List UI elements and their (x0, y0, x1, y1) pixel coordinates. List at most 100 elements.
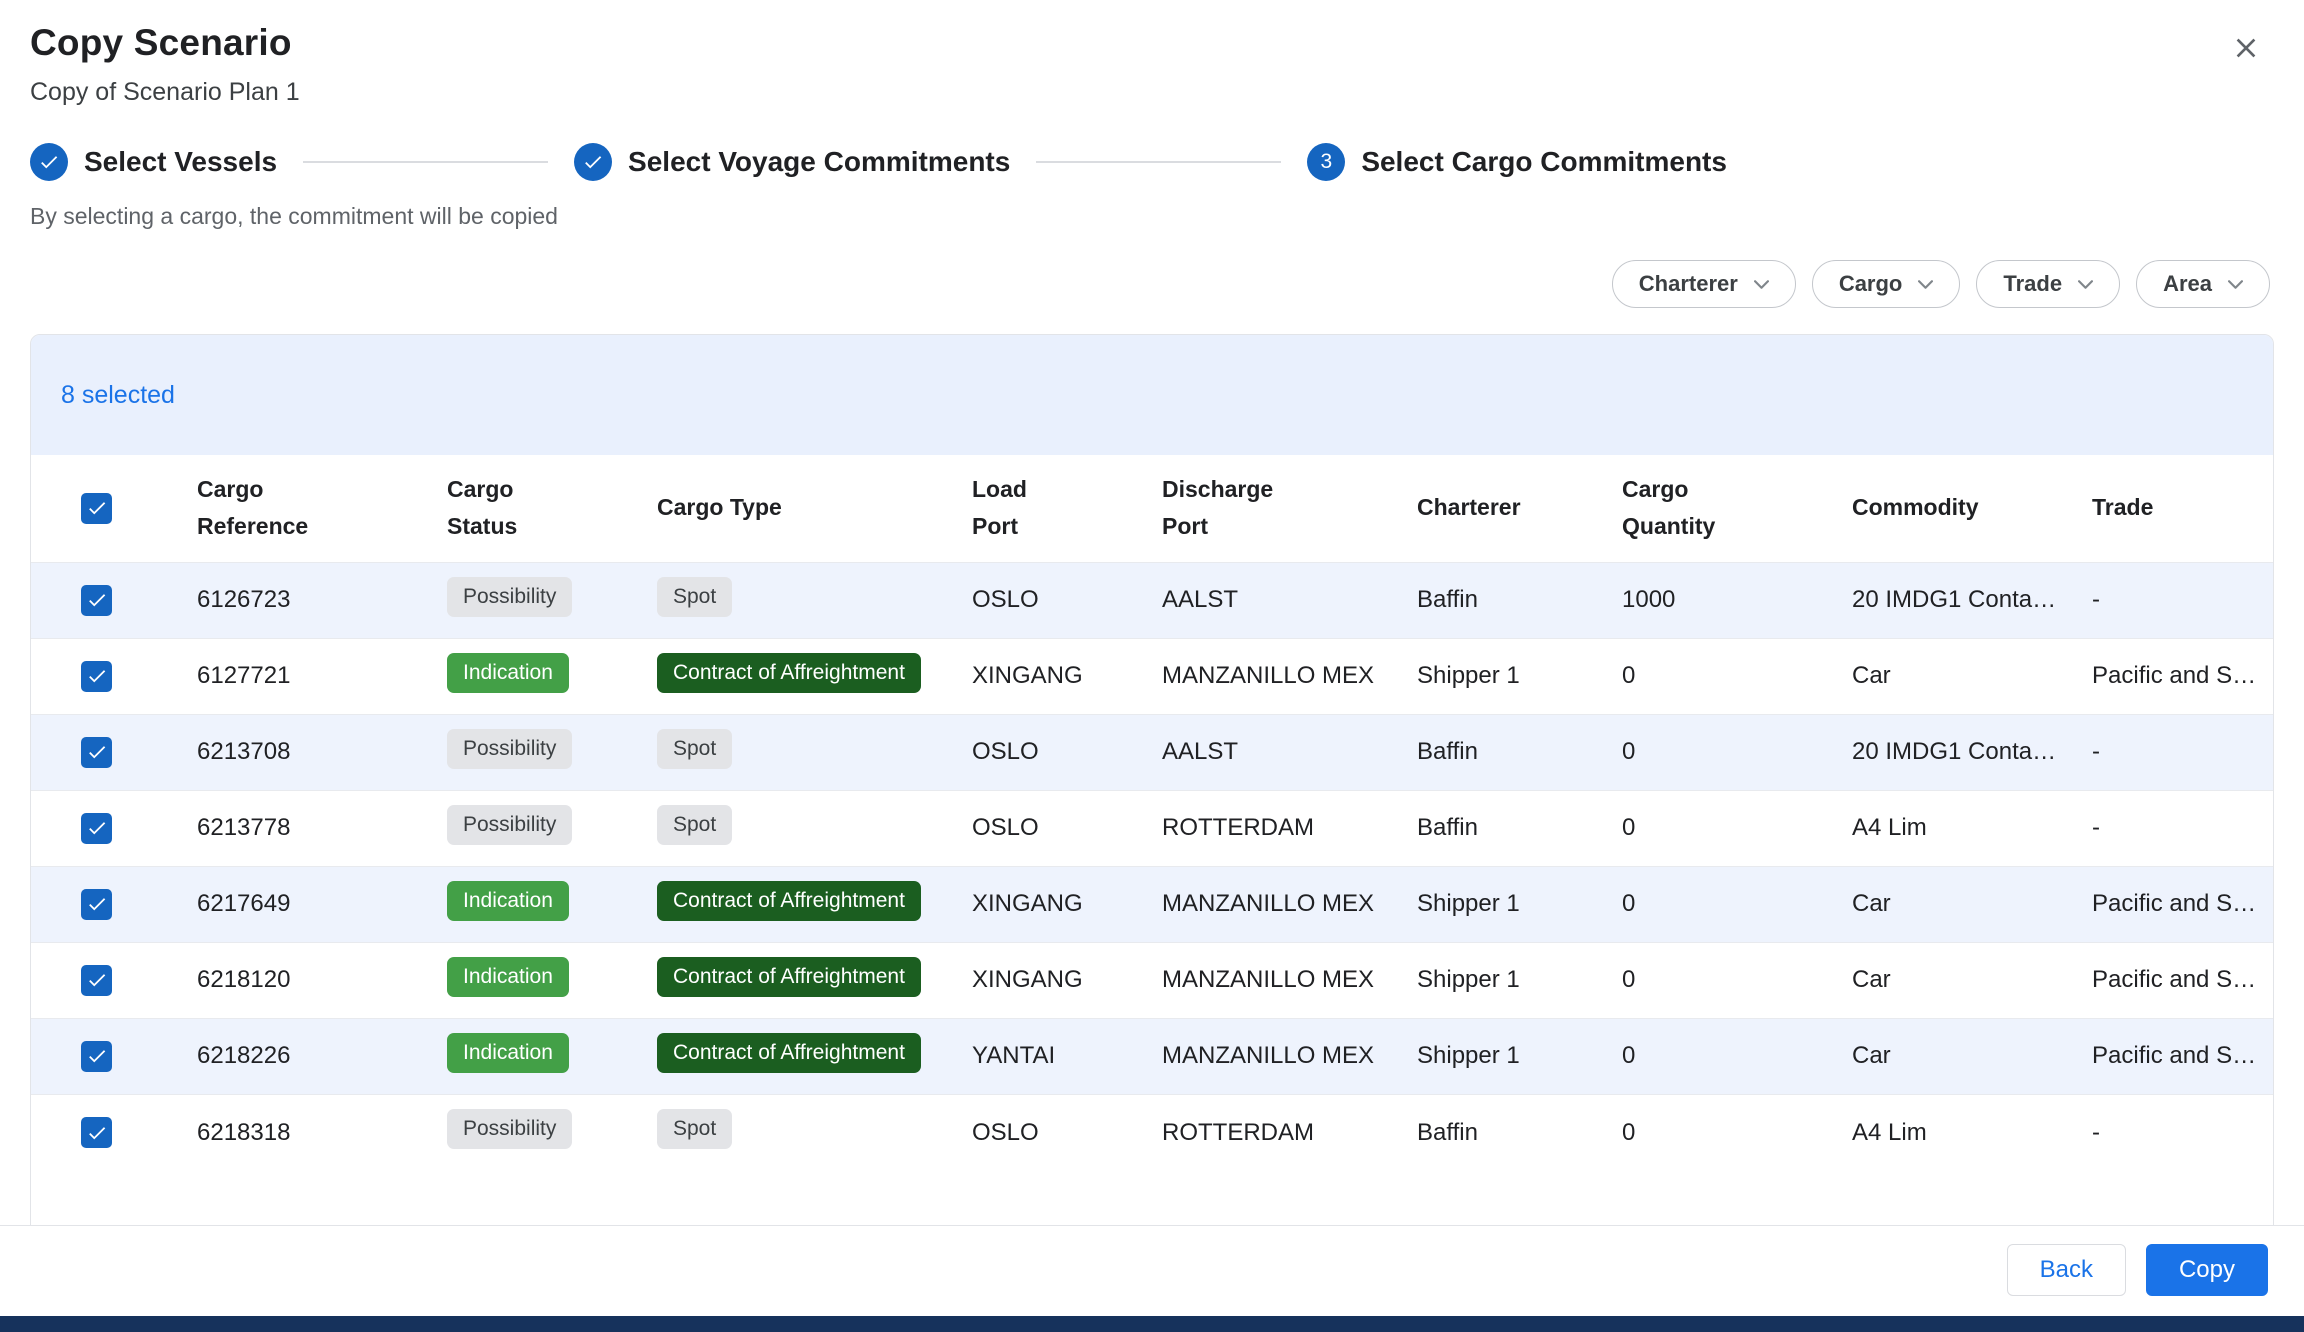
cargo-type-cell: Spot (641, 790, 956, 866)
table-row[interactable]: 6213708 Possibility Spot OSLO AALST Baff… (31, 714, 2273, 790)
load-port-cell: YANTAI (956, 1018, 1146, 1094)
filter-button-charterer[interactable]: Charterer (1612, 260, 1796, 308)
cargo-quantity-cell: 0 (1606, 1018, 1836, 1094)
filter-label: Charterer (1639, 271, 1738, 297)
cargo-reference-cell: 6218226 (181, 1018, 431, 1094)
row-checkbox-cell (31, 562, 181, 638)
check-icon (86, 741, 108, 763)
row-checkbox-cell (31, 866, 181, 942)
column-header: Charterer (1401, 455, 1606, 562)
cargo-type-cell: Spot (641, 562, 956, 638)
filter-button-trade[interactable]: Trade (1976, 260, 2120, 308)
dialog-subtitle: Copy of Scenario Plan 1 (30, 78, 300, 107)
stepper-step[interactable]: Select Vessels (30, 143, 277, 181)
filter-label: Cargo (1839, 271, 1903, 297)
check-icon (86, 497, 108, 519)
row-checkbox[interactable] (81, 813, 112, 844)
select-all-checkbox[interactable] (81, 493, 112, 524)
cargo-status-cell: Indication (431, 942, 641, 1018)
row-checkbox[interactable] (81, 585, 112, 616)
cargo-type-badge: Spot (657, 577, 732, 617)
check-icon (38, 151, 60, 173)
discharge-port-cell: AALST (1146, 562, 1401, 638)
row-checkbox-cell (31, 942, 181, 1018)
cargo-quantity-cell: 0 (1606, 1094, 1836, 1170)
table-row[interactable]: 6218226 Indication Contract of Affreight… (31, 1018, 2273, 1094)
charterer-cell: Baffin (1401, 1094, 1606, 1170)
cargo-status-cell: Possibility (431, 790, 641, 866)
table-row[interactable]: 6217649 Indication Contract of Affreight… (31, 866, 2273, 942)
copy-button[interactable]: Copy (2146, 1244, 2268, 1296)
charterer-cell: Shipper 1 (1401, 638, 1606, 714)
charterer-cell: Shipper 1 (1401, 1018, 1606, 1094)
close-button[interactable] (2224, 26, 2268, 70)
row-checkbox-cell (31, 638, 181, 714)
table-row[interactable]: 6126723 Possibility Spot OSLO AALST Baff… (31, 562, 2273, 638)
cargo-type-cell: Spot (641, 714, 956, 790)
cargo-status-cell: Indication (431, 866, 641, 942)
table-header-row: Cargo ReferenceCargo StatusCargo TypeLoa… (31, 455, 2273, 562)
row-checkbox[interactable] (81, 1041, 112, 1072)
load-port-cell: XINGANG (956, 866, 1146, 942)
filter-button-area[interactable]: Area (2136, 260, 2270, 308)
chevron-down-icon (2228, 280, 2243, 289)
trade-cell: Pacific and So… (2076, 942, 2273, 1018)
row-checkbox[interactable] (81, 965, 112, 996)
select-all-cell (31, 455, 181, 562)
row-checkbox-cell (31, 714, 181, 790)
commodity-cell: 20 IMDG1 Conta… (1836, 562, 2076, 638)
cargo-status-badge: Indication (447, 1033, 569, 1073)
column-header: Cargo Type (641, 455, 956, 562)
filter-button-cargo[interactable]: Cargo (1812, 260, 1961, 308)
filter-label: Area (2163, 271, 2212, 297)
load-port-cell: XINGANG (956, 942, 1146, 1018)
cargo-status-cell: Possibility (431, 1094, 641, 1170)
discharge-port-cell: MANZANILLO MEX (1146, 942, 1401, 1018)
table-body: 6126723 Possibility Spot OSLO AALST Baff… (31, 562, 2273, 1170)
selected-count: 8 selected (61, 381, 175, 410)
cargo-status-cell: Possibility (431, 714, 641, 790)
check-icon (86, 817, 108, 839)
cargo-reference-cell: 6218120 (181, 942, 431, 1018)
cargo-status-badge: Indication (447, 881, 569, 921)
cargo-status-badge: Possibility (447, 1109, 572, 1149)
back-button[interactable]: Back (2007, 1244, 2126, 1296)
cargo-type-badge: Contract of Affreightment (657, 653, 921, 693)
chevron-down-icon (2078, 280, 2093, 289)
row-checkbox[interactable] (81, 889, 112, 920)
row-checkbox[interactable] (81, 661, 112, 692)
cargo-reference-cell: 6126723 (181, 562, 431, 638)
row-checkbox[interactable] (81, 1117, 112, 1148)
table-row[interactable]: 6218318 Possibility Spot OSLO ROTTERDAM … (31, 1094, 2273, 1170)
table-row[interactable]: 6218120 Indication Contract of Affreight… (31, 942, 2273, 1018)
step-connector-line (303, 161, 548, 163)
commodity-cell: Car (1836, 1018, 2076, 1094)
chevron-down-icon (1754, 280, 1769, 289)
column-header: Trade (2076, 455, 2273, 562)
cargo-type-badge: Contract of Affreightment (657, 881, 921, 921)
discharge-port-cell: MANZANILLO MEX (1146, 1018, 1401, 1094)
stepper: Select Vessels Select Voyage Commitments… (0, 143, 2304, 181)
step-check-icon (574, 143, 612, 181)
stepper-step[interactable]: 3 Select Cargo Commitments (1307, 143, 1727, 181)
cargo-status-badge: Indication (447, 957, 569, 997)
table-row[interactable]: 6213778 Possibility Spot OSLO ROTTERDAM … (31, 790, 2273, 866)
load-port-cell: OSLO (956, 714, 1146, 790)
cargo-type-cell: Contract of Affreightment (641, 1018, 956, 1094)
column-header: Load Port (956, 455, 1146, 562)
step-label: Select Voyage Commitments (628, 146, 1010, 178)
stepper-step[interactable]: Select Voyage Commitments (574, 143, 1010, 181)
step-label: Select Cargo Commitments (1361, 146, 1727, 178)
selection-hint: By selecting a cargo, the commitment wil… (0, 203, 2304, 230)
table-row[interactable]: 6127721 Indication Contract of Affreight… (31, 638, 2273, 714)
dialog-header: Copy Scenario Copy of Scenario Plan 1 (0, 0, 2304, 107)
cargo-status-cell: Indication (431, 1018, 641, 1094)
cargo-table-panel: 8 selected Cargo ReferenceCargo StatusCa… (30, 334, 2274, 1239)
commodity-cell: A4 Lim (1836, 1094, 2076, 1170)
row-checkbox[interactable] (81, 737, 112, 768)
cargo-quantity-cell: 1000 (1606, 562, 1836, 638)
step-check-icon (30, 143, 68, 181)
column-header: Cargo Reference (181, 455, 431, 562)
cargo-status-badge: Indication (447, 653, 569, 693)
check-icon (86, 969, 108, 991)
